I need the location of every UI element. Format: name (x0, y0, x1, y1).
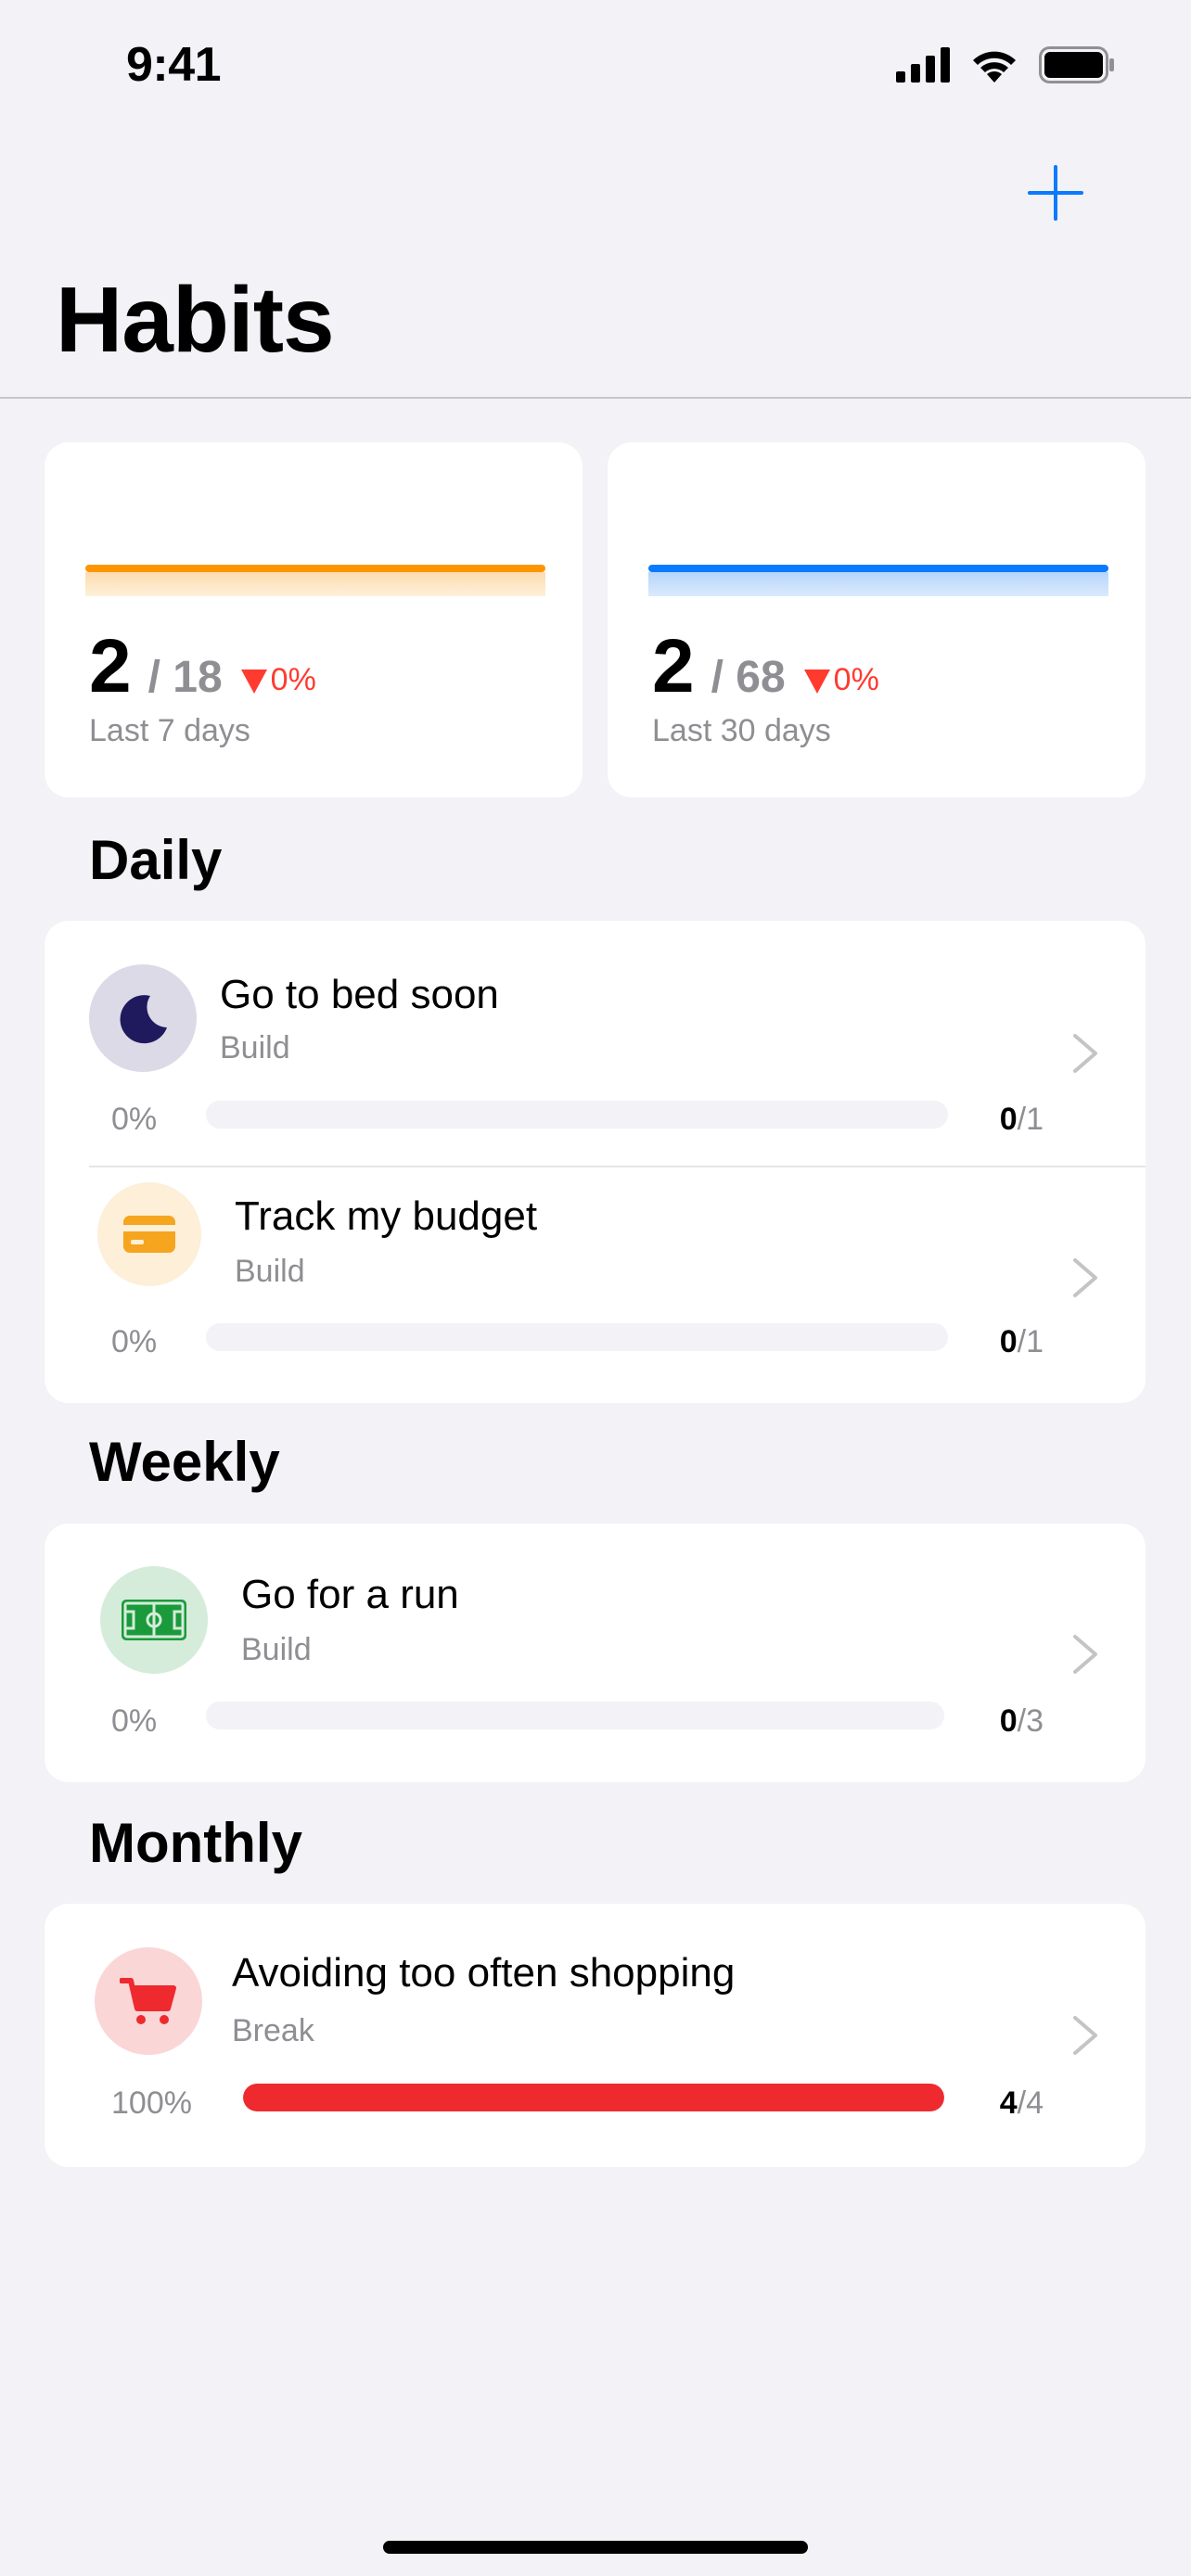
shopping-cart-icon (95, 1947, 202, 2055)
stat-value: 2 (652, 624, 695, 708)
daily-habits-card: Go to bed soon Build 0% 0/1 Track my bud… (45, 921, 1146, 1403)
stat-label: Last 7 days (89, 713, 250, 748)
habit-row-avoiding-too-often-shopping[interactable]: Avoiding too often shopping Break 100% 4… (45, 1904, 1146, 2167)
status-time: 9:41 (126, 38, 222, 92)
habit-name: Go for a run (241, 1572, 459, 1617)
stat-total: / 18 (147, 653, 223, 702)
habit-name: Go to bed soon (220, 972, 499, 1017)
habit-progress-bar (243, 2084, 944, 2111)
habit-type: Build (235, 1254, 305, 1289)
stat-bar-7-days (85, 565, 545, 596)
home-indicator (383, 2541, 808, 2554)
wifi-icon (973, 51, 1016, 83)
weekly-habits-card: Go for a run Build 0% 0/3 (45, 1524, 1146, 1782)
stat-total: / 68 (711, 653, 786, 702)
stat-card-last-7-days[interactable]: 2 / 18 0% Last 7 days (45, 442, 583, 797)
habit-row-track-my-budget[interactable]: Track my budget Build 0% 0/1 (45, 1167, 1146, 1403)
habit-name: Track my budget (235, 1193, 538, 1239)
decrease-triangle-icon (803, 670, 830, 694)
section-header-weekly: Weekly (89, 1431, 280, 1493)
chevron-right-icon (1073, 1635, 1097, 1674)
stat-value: 2 (89, 624, 132, 708)
stat-label: Last 30 days (652, 713, 831, 748)
habit-type: Build (220, 1030, 290, 1065)
habit-percent: 100% (111, 2085, 192, 2121)
status-icons (896, 46, 1115, 83)
section-header-monthly: Monthly (89, 1812, 302, 1874)
habit-percent: 0% (111, 1324, 158, 1359)
add-habit-button[interactable] (1020, 158, 1091, 228)
habit-progress-bar (206, 1101, 948, 1129)
decrease-triangle-icon (240, 670, 267, 694)
stat-change: 0% (240, 661, 316, 698)
stat-card-last-30-days[interactable]: 2 / 68 0% Last 30 days (608, 442, 1146, 797)
habit-count: 0/1 (999, 1324, 1044, 1359)
status-bar: 9:41 (0, 0, 1191, 130)
habit-count: 4/4 (999, 2085, 1044, 2121)
habit-type: Break (232, 2013, 314, 2048)
section-header-daily: Daily (89, 829, 223, 891)
habit-type: Build (241, 1632, 312, 1667)
stat-change: 0% (803, 661, 879, 698)
habit-row-go-to-bed-soon[interactable]: Go to bed soon Build 0% 0/1 (45, 921, 1146, 1166)
stat-bar-30-days (648, 565, 1108, 596)
plus-icon (1028, 165, 1083, 221)
habit-progress-bar (206, 1323, 948, 1351)
header-divider (0, 397, 1191, 399)
habit-count: 0/3 (999, 1703, 1044, 1739)
stat-change-value: 0% (270, 661, 316, 697)
habit-percent: 0% (111, 1102, 158, 1137)
battery-icon (1039, 46, 1114, 83)
chevron-right-icon (1073, 1258, 1097, 1297)
habit-name: Avoiding too often shopping (232, 1950, 736, 1996)
chevron-right-icon (1073, 2016, 1097, 2055)
page-title: Habits (56, 268, 335, 372)
habit-count: 0/1 (999, 1102, 1044, 1137)
habit-percent: 0% (111, 1703, 158, 1739)
cellular-signal-icon (896, 47, 950, 83)
habit-progress-bar (206, 1702, 944, 1729)
sports-field-icon (100, 1566, 208, 1674)
habit-row-go-for-a-run[interactable]: Go for a run Build 0% 0/3 (45, 1524, 1146, 1782)
credit-card-icon (97, 1182, 201, 1286)
moon-icon (89, 964, 197, 1072)
stat-change-value: 0% (833, 661, 879, 697)
chevron-right-icon (1073, 1034, 1097, 1073)
monthly-habits-card: Avoiding too often shopping Break 100% 4… (45, 1904, 1146, 2167)
